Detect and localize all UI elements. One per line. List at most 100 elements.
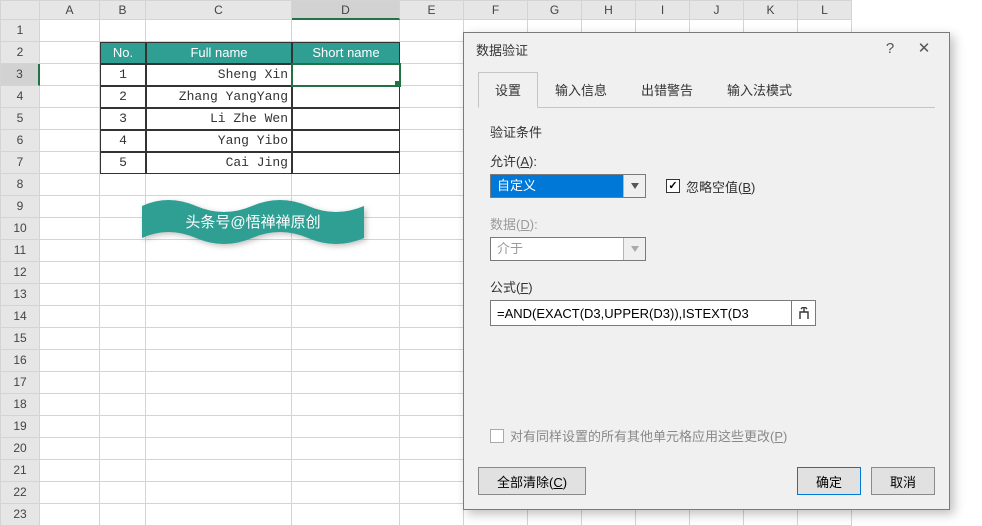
cell-B3[interactable]: 1 <box>100 64 146 86</box>
cell-C18[interactable] <box>146 394 292 416</box>
row-header-20[interactable]: 20 <box>0 438 40 460</box>
cell-B5[interactable]: 3 <box>100 108 146 130</box>
row-header-13[interactable]: 13 <box>0 284 40 306</box>
close-icon[interactable]: ✕ <box>907 33 941 65</box>
cell-E18[interactable] <box>400 394 464 416</box>
tab-settings[interactable]: 设置 <box>478 72 538 108</box>
cell-C2[interactable]: Full name <box>146 42 292 64</box>
row-header-4[interactable]: 4 <box>0 86 40 108</box>
cell-B20[interactable] <box>100 438 146 460</box>
cell-E23[interactable] <box>400 504 464 526</box>
cell-A19[interactable] <box>40 416 100 438</box>
row-header-9[interactable]: 9 <box>0 196 40 218</box>
cell-B2[interactable]: No. <box>100 42 146 64</box>
cell-A15[interactable] <box>40 328 100 350</box>
cell-C16[interactable] <box>146 350 292 372</box>
cell-A20[interactable] <box>40 438 100 460</box>
cell-D17[interactable] <box>292 372 400 394</box>
clear-all-button[interactable]: 全部清除(C) <box>478 467 586 495</box>
cell-E10[interactable] <box>400 218 464 240</box>
cell-D4[interactable] <box>292 86 400 108</box>
chevron-down-icon[interactable] <box>623 175 645 197</box>
cell-D5[interactable] <box>292 108 400 130</box>
cell-A3[interactable] <box>40 64 100 86</box>
col-header-C[interactable]: C <box>146 0 292 20</box>
row-header-11[interactable]: 11 <box>0 240 40 262</box>
cell-A11[interactable] <box>40 240 100 262</box>
col-header-E[interactable]: E <box>400 0 464 20</box>
cell-B8[interactable] <box>100 174 146 196</box>
cell-B22[interactable] <box>100 482 146 504</box>
cell-B15[interactable] <box>100 328 146 350</box>
cell-A2[interactable] <box>40 42 100 64</box>
row-header-2[interactable]: 2 <box>0 42 40 64</box>
row-header-6[interactable]: 6 <box>0 130 40 152</box>
row-header-16[interactable]: 16 <box>0 350 40 372</box>
formula-input[interactable] <box>490 300 792 326</box>
cell-C17[interactable] <box>146 372 292 394</box>
cell-A4[interactable] <box>40 86 100 108</box>
cell-A6[interactable] <box>40 130 100 152</box>
row-header-8[interactable]: 8 <box>0 174 40 196</box>
cell-A14[interactable] <box>40 306 100 328</box>
row-header-17[interactable]: 17 <box>0 372 40 394</box>
cell-A7[interactable] <box>40 152 100 174</box>
col-header-B[interactable]: B <box>100 0 146 20</box>
cell-E4[interactable] <box>400 86 464 108</box>
cell-E12[interactable] <box>400 262 464 284</box>
cell-E20[interactable] <box>400 438 464 460</box>
tab-error-alert[interactable]: 出错警告 <box>624 72 710 108</box>
cell-D16[interactable] <box>292 350 400 372</box>
cell-B16[interactable] <box>100 350 146 372</box>
cell-E3[interactable] <box>400 64 464 86</box>
col-header-H[interactable]: H <box>582 0 636 20</box>
cell-B4[interactable]: 2 <box>100 86 146 108</box>
ignore-blank-checkbox[interactable]: 忽略空值(B) <box>666 177 755 196</box>
tab-input-message[interactable]: 输入信息 <box>538 72 624 108</box>
row-header-14[interactable]: 14 <box>0 306 40 328</box>
select-all-corner[interactable] <box>0 0 40 20</box>
cell-D21[interactable] <box>292 460 400 482</box>
cell-E19[interactable] <box>400 416 464 438</box>
cell-D20[interactable] <box>292 438 400 460</box>
ok-button[interactable]: 确定 <box>797 467 861 495</box>
cell-E5[interactable] <box>400 108 464 130</box>
cell-E15[interactable] <box>400 328 464 350</box>
cell-D18[interactable] <box>292 394 400 416</box>
row-header-3[interactable]: 3 <box>0 64 40 86</box>
cell-E2[interactable] <box>400 42 464 64</box>
row-header-18[interactable]: 18 <box>0 394 40 416</box>
cell-E14[interactable] <box>400 306 464 328</box>
cell-A10[interactable] <box>40 218 100 240</box>
cell-D2[interactable]: Short name <box>292 42 400 64</box>
cell-A5[interactable] <box>40 108 100 130</box>
cell-B7[interactable]: 5 <box>100 152 146 174</box>
cell-D1[interactable] <box>292 20 400 42</box>
cell-A16[interactable] <box>40 350 100 372</box>
cell-C21[interactable] <box>146 460 292 482</box>
cell-A1[interactable] <box>40 20 100 42</box>
row-header-21[interactable]: 21 <box>0 460 40 482</box>
cell-D19[interactable] <box>292 416 400 438</box>
row-header-15[interactable]: 15 <box>0 328 40 350</box>
col-header-D[interactable]: D <box>292 0 400 20</box>
cell-E17[interactable] <box>400 372 464 394</box>
cell-D3[interactable] <box>292 64 400 86</box>
cell-C12[interactable] <box>146 262 292 284</box>
cell-E13[interactable] <box>400 284 464 306</box>
cell-C3[interactable]: Sheng Xin <box>146 64 292 86</box>
row-header-7[interactable]: 7 <box>0 152 40 174</box>
cell-A21[interactable] <box>40 460 100 482</box>
cell-C19[interactable] <box>146 416 292 438</box>
cell-E1[interactable] <box>400 20 464 42</box>
cell-E11[interactable] <box>400 240 464 262</box>
help-icon[interactable]: ? <box>873 33 907 65</box>
row-header-5[interactable]: 5 <box>0 108 40 130</box>
col-header-I[interactable]: I <box>636 0 690 20</box>
cell-A9[interactable] <box>40 196 100 218</box>
allow-select[interactable]: 自定义 <box>490 174 646 198</box>
cell-D23[interactable] <box>292 504 400 526</box>
cell-E22[interactable] <box>400 482 464 504</box>
cell-E16[interactable] <box>400 350 464 372</box>
cell-B1[interactable] <box>100 20 146 42</box>
